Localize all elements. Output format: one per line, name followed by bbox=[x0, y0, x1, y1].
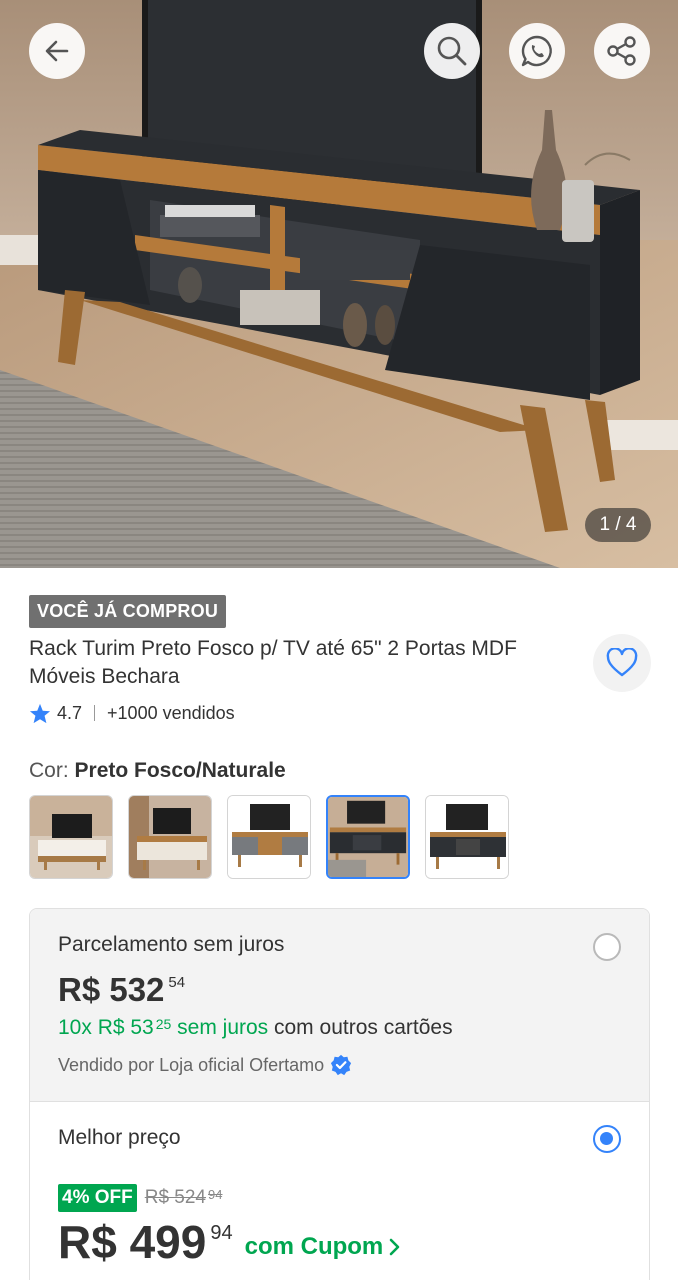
chevron-right-icon bbox=[389, 1238, 400, 1256]
price-main: R$ 499 bbox=[58, 1216, 207, 1268]
price-cents: 94 bbox=[210, 1222, 233, 1244]
seller-text: Vendido por Loja oficial Ofertamo bbox=[58, 1054, 325, 1075]
color-swatch-4-selected[interactable] bbox=[326, 795, 410, 879]
sold-count: +1000 vendidos bbox=[107, 702, 235, 723]
whatsapp-icon bbox=[521, 35, 552, 67]
verified-icon bbox=[331, 1054, 352, 1076]
product-photo bbox=[0, 0, 678, 568]
share-button[interactable] bbox=[594, 23, 650, 79]
best-price-radio[interactable] bbox=[593, 1125, 621, 1153]
installments-text: 10x R$ 53 25 sem juros com outros cartõe… bbox=[58, 1016, 453, 1040]
installments-other-cards: com outros cartões bbox=[268, 1016, 453, 1039]
price-main: R$ 532 bbox=[58, 971, 165, 1008]
installments-price: R$ 532 54 bbox=[58, 971, 185, 1009]
old-price: R$ 524 94 bbox=[145, 1187, 223, 1209]
best-price-option[interactable]: Melhor preço 4% OFF R$ 524 94 R$ 499 94 … bbox=[30, 1102, 649, 1280]
product-image-gallery[interactable]: 1 / 4 bbox=[0, 0, 678, 568]
installments-no-interest: sem juros bbox=[171, 1016, 269, 1039]
whatsapp-share-button[interactable] bbox=[509, 23, 565, 79]
color-swatch-5[interactable] bbox=[425, 795, 509, 879]
seller-info: Vendido por Loja oficial Ofertamo bbox=[58, 1054, 352, 1076]
color-label-prefix: Cor: bbox=[29, 759, 75, 782]
coupon-link[interactable]: com Cupom bbox=[245, 1233, 402, 1261]
payment-options-card: Parcelamento sem juros R$ 532 54 10x R$ … bbox=[29, 908, 650, 1280]
search-button[interactable] bbox=[424, 23, 480, 79]
share-icon bbox=[607, 36, 636, 66]
favorite-button[interactable] bbox=[593, 634, 651, 692]
purchased-badge: VOCÊ JÁ COMPROU bbox=[29, 595, 227, 628]
product-title: Rack Turim Preto Fosco p/ TV até 65" 2 P… bbox=[29, 637, 517, 688]
discount-row: 4% OFF R$ 524 94 bbox=[58, 1184, 222, 1212]
option-title: Parcelamento sem juros bbox=[58, 933, 285, 956]
installments-option[interactable]: Parcelamento sem juros R$ 532 54 10x R$ … bbox=[30, 909, 649, 1102]
color-swatch-3[interactable] bbox=[227, 795, 311, 879]
rating-row[interactable]: 4.7 +1000 vendidos bbox=[29, 701, 235, 725]
color-value: Preto Fosco/Naturale bbox=[74, 759, 286, 782]
color-swatches bbox=[29, 795, 509, 879]
back-button[interactable] bbox=[29, 23, 85, 79]
swatch-thumbnail bbox=[328, 797, 408, 877]
star-icon bbox=[29, 703, 51, 723]
divider bbox=[94, 705, 96, 721]
swatch-thumbnail bbox=[426, 796, 508, 878]
color-swatch-1[interactable] bbox=[29, 795, 113, 879]
installments-radio[interactable] bbox=[593, 933, 621, 961]
back-arrow-icon bbox=[45, 40, 69, 62]
heart-icon bbox=[606, 648, 638, 677]
old-price-cents: 94 bbox=[208, 1187, 223, 1202]
installments-cents: 25 bbox=[155, 1016, 172, 1032]
swatch-thumbnail bbox=[228, 796, 310, 878]
option-title: Melhor preço bbox=[58, 1126, 181, 1149]
rating-value: 4.7 bbox=[57, 702, 83, 723]
color-swatch-2[interactable] bbox=[128, 795, 212, 879]
installments-count: 10x R$ 53 bbox=[58, 1016, 154, 1039]
old-price-main: R$ 524 bbox=[144, 1187, 207, 1208]
discount-badge: 4% OFF bbox=[58, 1184, 137, 1212]
swatch-thumbnail bbox=[30, 796, 112, 878]
image-counter: 1 / 4 bbox=[585, 508, 651, 542]
best-price: R$ 499 94 com Cupom bbox=[58, 1217, 401, 1267]
coupon-label: com Cupom bbox=[244, 1233, 384, 1260]
swatch-thumbnail bbox=[129, 796, 211, 878]
price-cents: 54 bbox=[168, 974, 186, 991]
color-label: Cor: Preto Fosco/Naturale bbox=[29, 759, 286, 783]
search-icon bbox=[437, 36, 467, 66]
